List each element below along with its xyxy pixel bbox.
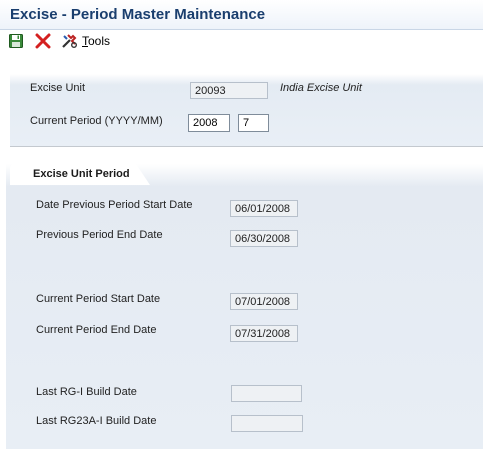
tools-menu-label: ools: [88, 34, 111, 48]
curr-period-start-label: Current Period Start Date: [36, 293, 161, 305]
prev-period-end-field: 06/30/2008: [230, 230, 298, 247]
save-icon[interactable]: [8, 33, 24, 49]
last-rg1-build-field: [231, 385, 302, 402]
prev-period-start-field: 06/01/2008: [230, 200, 298, 217]
current-period-label: Current Period (YYYY/MM): [30, 115, 163, 127]
tab-label: Excise Unit Period: [33, 168, 130, 180]
last-rg23a-build-label: Last RG23A-I Build Date: [36, 415, 157, 427]
toolbar: Tools: [0, 30, 483, 52]
tools-icon[interactable]: [61, 33, 77, 49]
curr-period-end-label: Current Period End Date: [36, 324, 157, 336]
current-period-month-input[interactable]: 7: [238, 114, 269, 132]
last-rg23a-build-field: [231, 415, 303, 432]
current-period-year-input[interactable]: 2008: [188, 114, 230, 132]
last-rg1-build-label: Last RG-I Build Date: [36, 386, 137, 398]
excise-unit-label: Excise Unit: [30, 82, 86, 94]
tools-menu[interactable]: Tools: [82, 34, 110, 48]
excise-unit-description: India Excise Unit: [280, 82, 362, 94]
window-title: Excise - Period Master Maintenance: [10, 6, 266, 23]
divider: [10, 146, 483, 147]
prev-period-start-label: Date Previous Period Start Date: [36, 199, 193, 211]
title-bar: Excise - Period Master Maintenance: [0, 0, 483, 30]
close-icon[interactable]: [35, 33, 51, 49]
excise-unit-field: 20093: [190, 82, 268, 99]
form-panel: Excise Unit 20093 India Excise Unit Curr…: [0, 52, 483, 449]
curr-period-start-field: 07/01/2008: [230, 293, 298, 310]
prev-period-end-label: Previous Period End Date: [36, 229, 163, 241]
curr-period-end-field: 07/31/2008: [230, 325, 298, 342]
